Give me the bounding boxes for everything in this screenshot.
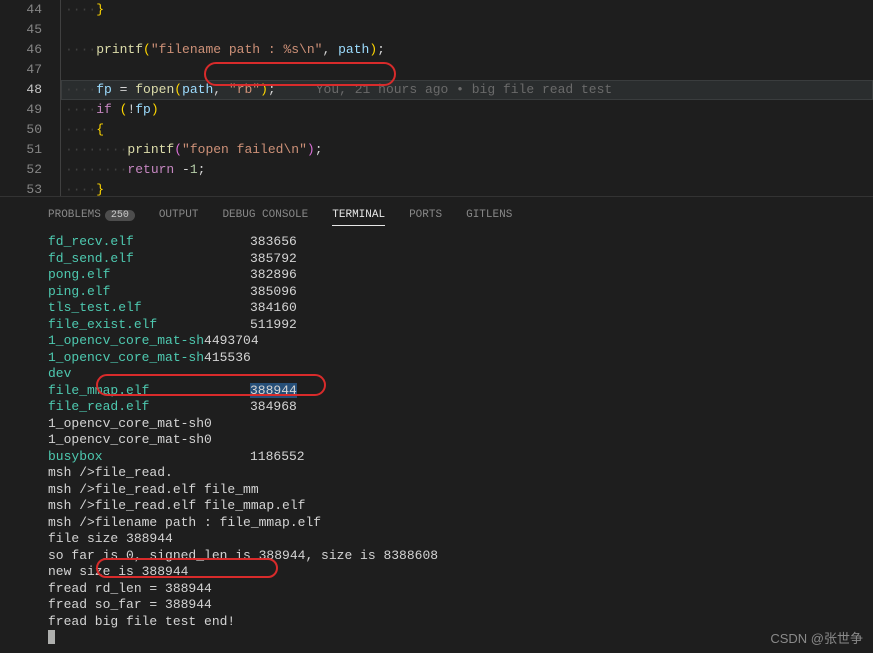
- line-number: 50: [0, 120, 42, 140]
- tab-debug-console[interactable]: DEBUG CONSOLE: [222, 205, 308, 226]
- terminal-line: file size 388944: [48, 531, 873, 548]
- terminal-cursor: [48, 630, 55, 644]
- terminal-line: fread so_far = 388944: [48, 597, 873, 614]
- line-number: 51: [0, 140, 42, 160]
- terminal-line: dev: [48, 366, 873, 383]
- code-line[interactable]: ····fp = fopen(path, "rb");You, 21 hours…: [61, 80, 873, 100]
- terminal-line: [48, 630, 873, 644]
- code-line[interactable]: ········return -1;: [61, 160, 873, 180]
- code-line[interactable]: ····printf("filename path : %s\n", path)…: [61, 40, 873, 60]
- terminal-line: 1_opencv_core_mat-sh4493704: [48, 333, 873, 350]
- terminal-line: 1_opencv_core_mat-sh415536: [48, 350, 873, 367]
- code-line[interactable]: [61, 60, 873, 80]
- line-number: 52: [0, 160, 42, 180]
- terminal-line: tls_test.elf384160: [48, 300, 873, 317]
- terminal-line: file_exist.elf511992: [48, 317, 873, 334]
- terminal-line: file_read.elf384968: [48, 399, 873, 416]
- bottom-panel: PROBLEMS250 OUTPUT DEBUG CONSOLE TERMINA…: [0, 196, 873, 653]
- terminal-line: fread rd_len = 388944: [48, 581, 873, 598]
- line-number: 44: [0, 0, 42, 20]
- tab-terminal[interactable]: TERMINAL: [332, 205, 385, 226]
- watermark: CSDN @张世争: [770, 628, 863, 647]
- terminal-output[interactable]: fd_recv.elf383656fd_send.elf385792pong.e…: [0, 230, 873, 644]
- line-number: 46: [0, 40, 42, 60]
- code-line[interactable]: ····if (!fp): [61, 100, 873, 120]
- code-line[interactable]: ····}: [61, 180, 873, 200]
- terminal-line: msh />filename path : file_mmap.elf: [48, 515, 873, 532]
- code-line[interactable]: [61, 20, 873, 40]
- tab-gitlens[interactable]: GITLENS: [466, 205, 512, 226]
- line-number: 47: [0, 60, 42, 80]
- terminal-line: msh />file_read.elf file_mm: [48, 482, 873, 499]
- terminal-line: fd_send.elf385792: [48, 251, 873, 268]
- terminal-line: 1_opencv_core_mat-sh0: [48, 432, 873, 449]
- terminal-line: fd_recv.elf383656: [48, 234, 873, 251]
- line-number: 45: [0, 20, 42, 40]
- line-number: 49: [0, 100, 42, 120]
- terminal-line: file_mmap.elf388944: [48, 383, 873, 400]
- tab-output[interactable]: OUTPUT: [159, 205, 199, 226]
- terminal-line: ping.elf385096: [48, 284, 873, 301]
- terminal-line: busybox1186552: [48, 449, 873, 466]
- code-area[interactable]: ····} ····printf("filename path : %s\n", …: [60, 0, 873, 196]
- terminal-line: msh />file_read.elf file_mmap.elf: [48, 498, 873, 515]
- line-number: 53: [0, 180, 42, 200]
- tab-problems[interactable]: PROBLEMS250: [48, 205, 135, 226]
- terminal-line: so far is 0, signed_len is 388944, size …: [48, 548, 873, 565]
- terminal-line: fread big file test end!: [48, 614, 873, 631]
- line-number-gutter: 44454647484950515253: [0, 0, 60, 196]
- panel-tabs: PROBLEMS250 OUTPUT DEBUG CONSOLE TERMINA…: [0, 197, 873, 230]
- terminal-line: pong.elf382896: [48, 267, 873, 284]
- code-line[interactable]: ····}: [61, 0, 873, 20]
- code-editor[interactable]: 44454647484950515253 ····} ····printf("fi…: [0, 0, 873, 196]
- terminal-line: 1_opencv_core_mat-sh0: [48, 416, 873, 433]
- git-blame-hint: You, 21 hours ago • big file read test: [316, 82, 612, 97]
- terminal-line: msh />file_read.: [48, 465, 873, 482]
- terminal-line: new size is 388944: [48, 564, 873, 581]
- tab-ports[interactable]: PORTS: [409, 205, 442, 226]
- line-number: 48: [0, 80, 42, 100]
- code-line[interactable]: ········printf("fopen failed\n");: [61, 140, 873, 160]
- code-line[interactable]: ····{: [61, 120, 873, 140]
- problems-badge: 250: [105, 210, 135, 221]
